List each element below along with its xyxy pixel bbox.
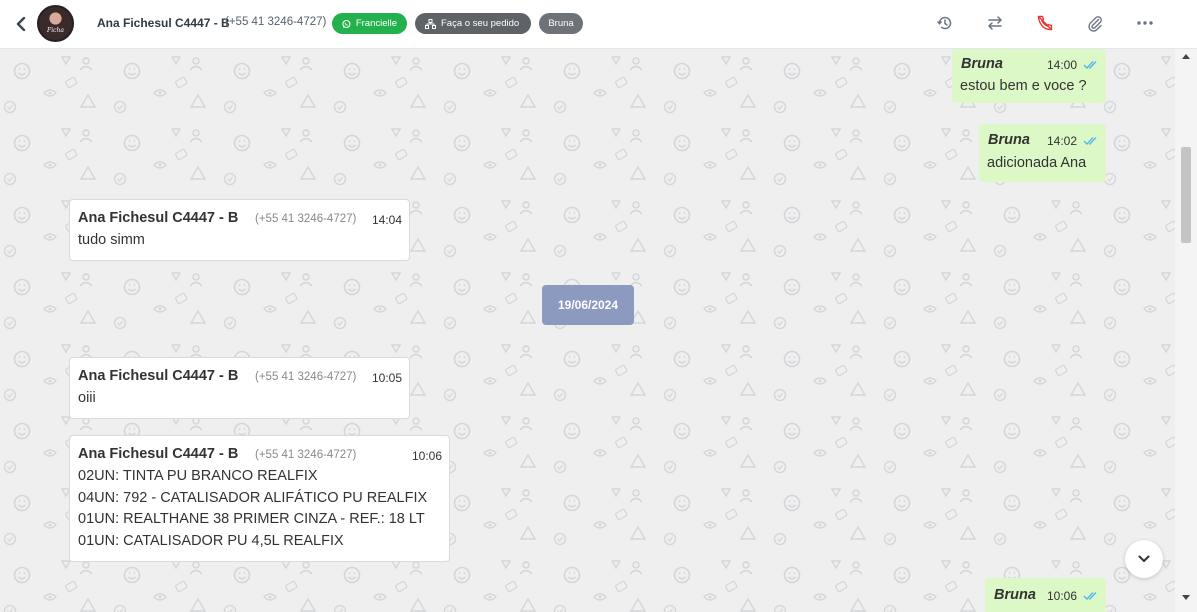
message-text: tudo simm xyxy=(78,232,145,248)
message-text: oiii xyxy=(78,390,96,406)
date-separator: 19/06/2024 xyxy=(542,285,634,325)
message-time: 10:06 xyxy=(412,449,443,463)
message-sender: Bruna xyxy=(988,132,1030,148)
attach-icon[interactable] xyxy=(1084,12,1106,34)
scroll-up-arrow-icon[interactable] xyxy=(1182,54,1190,59)
message-sender: Ana Fichesul C4447 - B xyxy=(78,368,239,384)
whatsapp-icon xyxy=(342,19,351,28)
message-sender: Bruna xyxy=(994,587,1036,603)
message-sender-phone: (+55 41 3246-4727) xyxy=(255,371,357,383)
tag-label: Faça o seu pedido xyxy=(441,18,520,29)
contact-avatar[interactable]: Ficha xyxy=(37,5,74,42)
message-text-line: 01UN: REALTHANE 38 PRIMER CINZA - REF.: … xyxy=(78,511,425,527)
tag-label: Bruna xyxy=(548,18,574,29)
message-bubble-incoming[interactable]: Ana Fichesul C4447 - B (+55 41 3246-4727… xyxy=(69,199,410,261)
scroll-to-bottom-button[interactable] xyxy=(1125,540,1163,578)
message-time: 14:02 xyxy=(1047,134,1078,148)
message-bubble-incoming[interactable]: Ana Fichesul C4447 - B (+55 41 3246-4727… xyxy=(69,435,450,562)
scroll-down-arrow-icon[interactable] xyxy=(1182,595,1190,600)
message-text-line: 02UN: TINTA PU BRANCO REALFIX xyxy=(78,468,318,484)
contact-name: Ana Fichesul C4447 - B xyxy=(97,16,230,30)
message-sender: Bruna xyxy=(961,56,1003,72)
transfer-icon[interactable] xyxy=(984,12,1006,34)
read-ticks-icon xyxy=(1083,137,1097,145)
scrollbar[interactable] xyxy=(1175,49,1197,612)
scrollbar-thumb[interactable] xyxy=(1181,147,1191,243)
chevron-down-icon xyxy=(1138,555,1150,562)
message-time: 14:00 xyxy=(1047,58,1078,72)
message-text: adicionada Ana xyxy=(987,155,1087,171)
tag-francielle[interactable]: Francielle xyxy=(332,13,407,34)
read-ticks-icon xyxy=(1083,61,1097,69)
message-sender-phone: (+55 41 3246-4727) xyxy=(255,449,357,461)
sitemap-icon xyxy=(425,18,436,29)
message-text-line: 04UN: 792 - CATALISADOR ALIFÁTICO PU REA… xyxy=(78,489,428,506)
chat-area[interactable]: Bruna 14:00 estou bem e voce ? Bruna 14:… xyxy=(0,49,1197,612)
end-call-icon[interactable] xyxy=(1034,12,1056,34)
message-text: estou bem e voce ? xyxy=(960,78,1087,94)
message-sender: Ana Fichesul C4447 - B xyxy=(78,446,239,462)
tag-bruna[interactable]: Bruna xyxy=(539,13,583,34)
contact-phone: (+55 41 3246-4727) xyxy=(225,16,327,28)
message-time: 10:06 xyxy=(1047,589,1078,603)
message-time: 10:05 xyxy=(372,371,403,385)
chat-header: Ficha Ana Fichesul C4447 - B (+55 41 324… xyxy=(0,0,1197,49)
message-sender: Ana Fichesul C4447 - B xyxy=(78,210,239,226)
message-bubble-incoming[interactable]: Ana Fichesul C4447 - B (+55 41 3246-4727… xyxy=(69,357,410,419)
back-arrow-icon[interactable] xyxy=(11,14,31,34)
message-bubble-outgoing[interactable]: Bruna 14:00 estou bem e voce ? xyxy=(952,49,1106,103)
history-icon[interactable] xyxy=(934,12,956,34)
message-bubble-outgoing[interactable]: Bruna 10:06 xyxy=(985,578,1106,612)
read-ticks-icon xyxy=(1083,592,1097,600)
tag-label: Francielle xyxy=(355,18,397,29)
message-text-line: 01UN: CATALISADOR PU 4,5L REALFIX xyxy=(78,532,344,549)
avatar-logo-text: Ficha xyxy=(47,27,64,34)
message-time: 14:04 xyxy=(372,213,403,227)
message-sender-phone: (+55 41 3246-4727) xyxy=(255,213,357,225)
more-icon[interactable] xyxy=(1134,12,1156,34)
message-bubble-outgoing[interactable]: Bruna 14:02 adicionada Ana xyxy=(979,124,1106,182)
tag-faca-o-seu-pedido[interactable]: Faça o seu pedido xyxy=(415,13,531,34)
